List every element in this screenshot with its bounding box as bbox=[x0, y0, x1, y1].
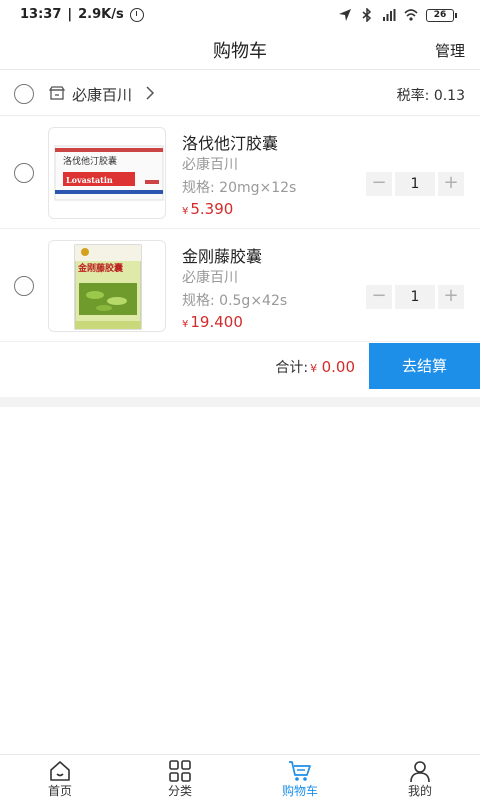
box-title: 金刚藤胶囊 bbox=[77, 262, 124, 274]
decrease-button[interactable]: − bbox=[366, 285, 392, 309]
lovastatin-box-image: 洛伐他汀胶囊 Lovastatin bbox=[54, 145, 164, 201]
checkout-bar: 合计: ¥ 0.00 去结算 bbox=[0, 343, 480, 389]
nav-label: 分类 bbox=[167, 784, 192, 798]
nav-item-home[interactable]: 首页 bbox=[0, 755, 120, 800]
manage-button[interactable]: 管理 bbox=[435, 40, 465, 61]
nav-label: 我的 bbox=[407, 784, 432, 798]
wifi-icon bbox=[404, 9, 418, 21]
product-image[interactable]: 金刚藤胶囊 bbox=[48, 240, 166, 332]
item-store: 必康百川 bbox=[182, 157, 238, 173]
page-title: 购物车 bbox=[213, 41, 267, 62]
checkout-button[interactable]: 去结算 bbox=[369, 343, 480, 389]
price-amount: 5.390 bbox=[190, 200, 234, 218]
currency-symbol: ¥ bbox=[182, 319, 189, 330]
item-select-radio[interactable] bbox=[14, 276, 34, 296]
total-amount: 0.00 bbox=[321, 358, 355, 376]
store-row: 必康百川 税率: 0.13 bbox=[0, 72, 480, 116]
section-divider bbox=[0, 397, 480, 407]
cart-item: 金刚藤胶囊 金刚藤胶囊 必康百川 规格: 0.5g×42s ¥19.400 − … bbox=[0, 230, 480, 342]
tax-value: 0.13 bbox=[433, 88, 465, 104]
home-icon bbox=[50, 761, 70, 781]
item-spec: 规格: 20mg×12s bbox=[182, 177, 296, 197]
cart-item: 洛伐他汀胶囊 Lovastatin 洛伐他汀胶囊 必康百川 规格: 20mg×1… bbox=[0, 117, 480, 229]
jingangteng-box-image: 金刚藤胶囊 bbox=[74, 244, 142, 330]
increase-button[interactable]: + bbox=[438, 172, 464, 196]
nav-item-cart[interactable]: 购物车 bbox=[240, 755, 360, 800]
item-name[interactable]: 洛伐他汀胶囊 bbox=[182, 130, 278, 154]
bottom-nav: 首页 分类 购物车 我的 bbox=[0, 754, 480, 800]
store-icon bbox=[49, 86, 65, 100]
item-select-radio[interactable] bbox=[14, 163, 34, 183]
status-left: 13:37 | 2.9K/s bbox=[20, 7, 144, 22]
tax-label: 税率: bbox=[396, 88, 430, 104]
store-name[interactable]: 必康百川 bbox=[72, 84, 132, 105]
increase-button[interactable]: + bbox=[438, 285, 464, 309]
item-name[interactable]: 金刚藤胶囊 bbox=[182, 243, 262, 267]
item-price: ¥19.400 bbox=[182, 312, 243, 331]
product-image[interactable]: 洛伐他汀胶囊 Lovastatin bbox=[48, 127, 166, 219]
user-icon bbox=[410, 761, 430, 783]
nav-item-category[interactable]: 分类 bbox=[120, 755, 240, 800]
status-time: 13:37 bbox=[20, 7, 62, 22]
price-amount: 19.400 bbox=[190, 313, 243, 331]
spec-value: 0.5g×42s bbox=[219, 293, 288, 309]
spec-label: 规格: bbox=[182, 180, 215, 196]
spec-label: 规格: bbox=[182, 293, 215, 309]
spec-value: 20mg×12s bbox=[219, 180, 297, 196]
currency-symbol: ¥ bbox=[182, 206, 189, 217]
store-select-radio[interactable] bbox=[14, 84, 34, 104]
alarm-icon bbox=[129, 7, 144, 22]
tax-rate: 税率: 0.13 bbox=[397, 85, 465, 105]
item-price: ¥5.390 bbox=[182, 199, 233, 218]
chevron-right-icon[interactable] bbox=[143, 85, 157, 101]
category-icon bbox=[169, 760, 191, 782]
quantity-value[interactable]: 1 bbox=[395, 285, 435, 309]
nav-label: 首页 bbox=[47, 784, 72, 798]
quantity-value[interactable]: 1 bbox=[395, 172, 435, 196]
nav-label: 购物车 bbox=[281, 784, 318, 798]
box-brand: Lovastatin bbox=[66, 175, 113, 185]
total-label: 合计: bbox=[275, 360, 309, 376]
quantity-stepper: − 1 + bbox=[366, 285, 466, 309]
nav-item-profile[interactable]: 我的 bbox=[360, 755, 480, 800]
signal-icon bbox=[383, 9, 396, 21]
header: 购物车 管理 bbox=[0, 32, 480, 70]
status-bar: 13:37 | 2.9K/s 26 bbox=[0, 0, 480, 32]
status-right: 26 bbox=[338, 8, 457, 22]
total: 合计: ¥ 0.00 bbox=[275, 357, 355, 377]
box-title: 洛伐他汀胶囊 bbox=[63, 155, 117, 167]
status-net-speed: 2.9K/s bbox=[78, 7, 124, 22]
bluetooth-icon bbox=[362, 8, 372, 22]
quantity-stepper: − 1 + bbox=[366, 172, 466, 196]
battery-icon: 26 bbox=[426, 8, 457, 22]
decrease-button[interactable]: − bbox=[366, 172, 392, 196]
location-icon bbox=[339, 9, 351, 21]
item-spec: 规格: 0.5g×42s bbox=[182, 290, 287, 310]
item-store: 必康百川 bbox=[182, 270, 238, 286]
cart-icon bbox=[289, 761, 311, 781]
total-currency: ¥ bbox=[310, 362, 318, 375]
status-separator: | bbox=[67, 7, 73, 22]
